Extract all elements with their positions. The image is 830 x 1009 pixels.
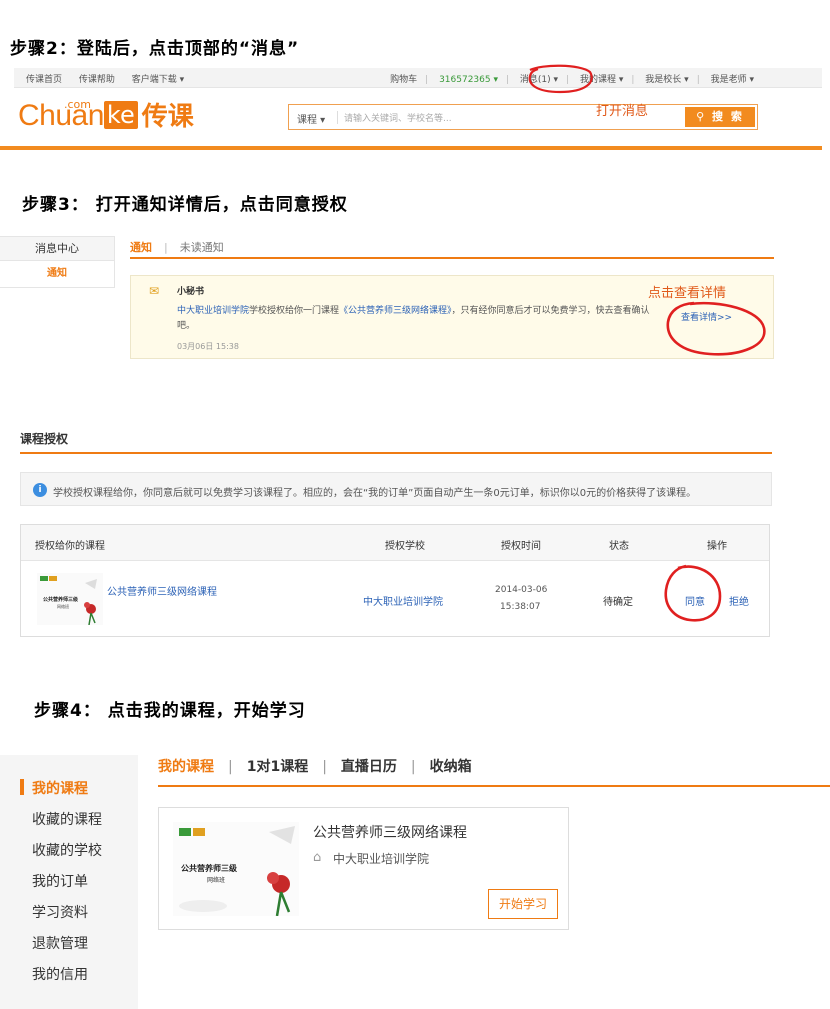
tab-live-calendar[interactable]: 直播日历 [341,759,397,775]
envelope-icon: ✉ [149,284,160,298]
info-icon: i [33,483,47,497]
notice-school-link[interactable]: 中大职业培训学院 [177,306,249,316]
svg-text:公共营养师三级: 公共营养师三级 [181,863,238,873]
my-center-tabs-underline [158,785,830,787]
sidebar-item-notice[interactable]: 通知 [0,261,114,287]
step2-title: 步骤2：登陆后，点击顶部的“消息” [10,39,300,59]
sidebar-item-refunds[interactable]: 退款管理 [32,933,88,953]
svg-text:网络班: 网络班 [207,876,225,884]
notice-sender: 小秘书 [177,287,205,297]
sidebar-item-fav-schools[interactable]: 收藏的学校 [32,840,102,860]
col-school: 授权学校 [385,541,425,552]
course-card: 公共营养师三级 网络班 公共营养师三级网络课程 ⌂ 中大职业培训学院 开始学习 [158,807,569,930]
course-thumbnail: 公共营养师三级 网络班 [37,573,103,625]
header-divider [0,146,822,150]
nav-home-link[interactable]: 传课首页 [26,75,62,85]
top-nav-bar: 传课首页 传课帮助 客户端下载 ▾ 购物车 | 316572365 ▾ | 消息(1… [14,68,822,88]
sidebar-item-my-courses[interactable]: 我的课程 [32,778,88,798]
svg-text:公共营养师三级: 公共营养师三级 [43,596,78,603]
course-card-school[interactable]: 中大职业培训学院 [333,850,429,867]
my-center-sidebar: 我的课程 收藏的课程 收藏的学校 我的订单 学习资料 退款管理 我的信用 [0,755,138,1009]
nav-download-link[interactable]: 客户端下载 ▾ [132,75,184,85]
notice-course-link[interactable]: 《公共营养师三级网络课程》 [339,306,452,316]
table-header: 授权给你的课程 授权学校 授权时间 状态 操作 [21,525,769,561]
svg-text:网络班: 网络班 [57,603,69,609]
reject-button[interactable]: 拒绝 [729,593,749,608]
active-marker [20,779,24,795]
search-category-select[interactable]: 课程 ▾ [297,111,325,126]
annotation-circle-details [666,301,766,356]
course-auth-underline [20,452,772,454]
search-icon: ⚲ [696,110,713,123]
nav-user-menu[interactable]: 316572365 ▾ [439,75,498,85]
search-button[interactable]: ⚲ 搜 索 [685,107,755,127]
search-input[interactable]: 请输入关键词、学校名等... [337,111,452,124]
auth-date: 2014-03-06 [495,585,548,595]
my-center-tabs: 我的课程 | 1对1课程 | 直播日历 | 收纳箱 [158,759,472,775]
auth-school-link[interactable]: 中大职业培训学院 [363,593,443,608]
start-learning-button[interactable]: 开始学习 [488,889,558,919]
message-tabs: 通知 | 未读通知 [130,241,224,254]
col-status: 状态 [609,541,629,552]
col-time: 授权时间 [501,541,541,552]
auth-status: 待确定 [603,597,633,608]
step3-title: 步骤3： 打开通知详情后，点击同意授权 [22,195,348,215]
message-center-header: 消息中心 [0,237,114,261]
search-bar: 课程 ▾ 请输入关键词、学校名等... ⚲ 搜 索 [288,104,758,130]
nav-cart-link[interactable]: 购物车 [390,75,417,85]
annotation-circle-agree [664,564,722,622]
home-icon: ⌂ [313,850,322,865]
course-card-title[interactable]: 公共营养师三级网络课程 [313,822,467,842]
tab-unread[interactable]: 未读通知 [180,241,224,254]
annotation-circle-messages [528,64,593,94]
tab-one-on-one[interactable]: 1对1课程 [247,759,308,775]
course-auth-title: 课程授权 [20,432,69,446]
sidebar-item-orders[interactable]: 我的订单 [32,871,88,891]
notice-time: 03月06日 15:38 [177,342,239,351]
tab-my-courses[interactable]: 我的课程 [158,759,214,775]
message-center-sidebar: 消息中心 通知 [0,236,115,288]
nav-principal-menu[interactable]: 我是校长 ▾ [645,75,688,85]
auth-course-link[interactable]: 公共营养师三级网络课程 [107,583,217,598]
course-auth-table: 授权给你的课程 授权学校 授权时间 状态 操作 公共营养师三级 网络班 公共营养… [20,524,770,637]
step4-title: 步骤4： 点击我的课程，开始学习 [34,701,306,721]
notice-text: 中大职业培训学院学校授权给你一门课程《公共营养师三级网络课程》，只有经你同意后才… [177,306,650,331]
sidebar-item-fav-courses[interactable]: 收藏的课程 [32,809,102,829]
tab-storage[interactable]: 收纳箱 [430,759,472,775]
chuanke-logo[interactable]: .com Chuan ke 传课 [18,96,194,142]
tab-notice[interactable]: 通知 [130,241,152,254]
course-card-thumbnail[interactable]: 公共营养师三级 网络班 [173,822,299,916]
tabs-underline [130,257,774,259]
course-auth-tip: i 学校授权课程给你，你同意后就可以免费学习该课程了。相应的，会在“我的订单”页… [20,472,772,506]
col-course: 授权给你的课程 [35,541,105,552]
sidebar-item-credit[interactable]: 我的信用 [32,964,88,984]
col-action: 操作 [707,541,727,552]
auth-time: 15:38:07 [500,602,541,612]
sidebar-item-materials[interactable]: 学习资料 [32,902,88,922]
annotation-open-messages: 打开消息 [596,104,649,119]
nav-teacher-menu[interactable]: 我是老师 ▾ [711,75,754,85]
nav-help-link[interactable]: 传课帮助 [79,75,115,85]
